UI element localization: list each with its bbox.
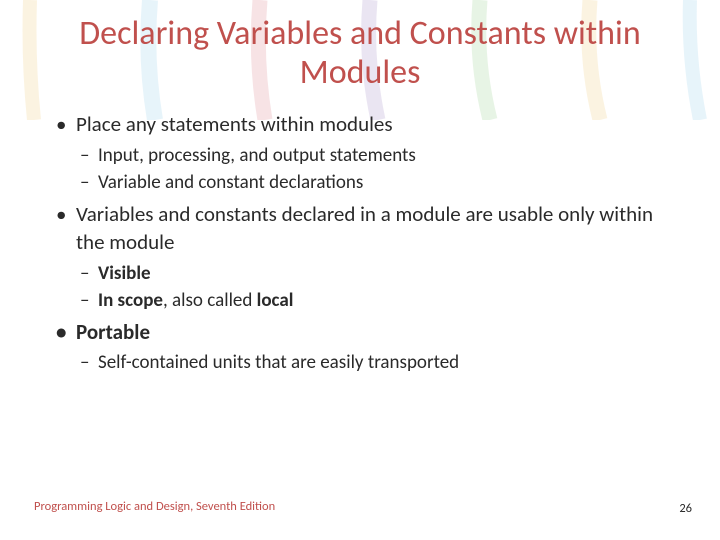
text-span: , also called bbox=[163, 289, 257, 312]
bullet-level1: Portable bbox=[56, 318, 672, 346]
page-number: 26 bbox=[679, 501, 692, 516]
bullet-level1: Variables and constants declared in a mo… bbox=[56, 200, 672, 257]
local-term: local bbox=[257, 289, 294, 312]
bullet-level2: Visible bbox=[56, 261, 672, 287]
bullet-level2: Variable and constant declarations bbox=[56, 170, 672, 196]
in-scope-term: In scope bbox=[98, 289, 163, 312]
footer-text: Programming Logic and Design, Seventh Ed… bbox=[34, 499, 275, 514]
slide-body: Place any statements within modules Inpu… bbox=[0, 98, 720, 376]
bullet-level2: Input, processing, and output statements bbox=[56, 143, 672, 169]
bullet-level2: Self-contained units that are easily tra… bbox=[56, 350, 672, 376]
bullet-level1: Place any statements within modules bbox=[56, 110, 672, 138]
slide-title: Declaring Variables and Constants within… bbox=[0, 0, 720, 98]
bullet-level2: In scope, also called local bbox=[56, 288, 672, 314]
visible-term: Visible bbox=[98, 262, 151, 285]
